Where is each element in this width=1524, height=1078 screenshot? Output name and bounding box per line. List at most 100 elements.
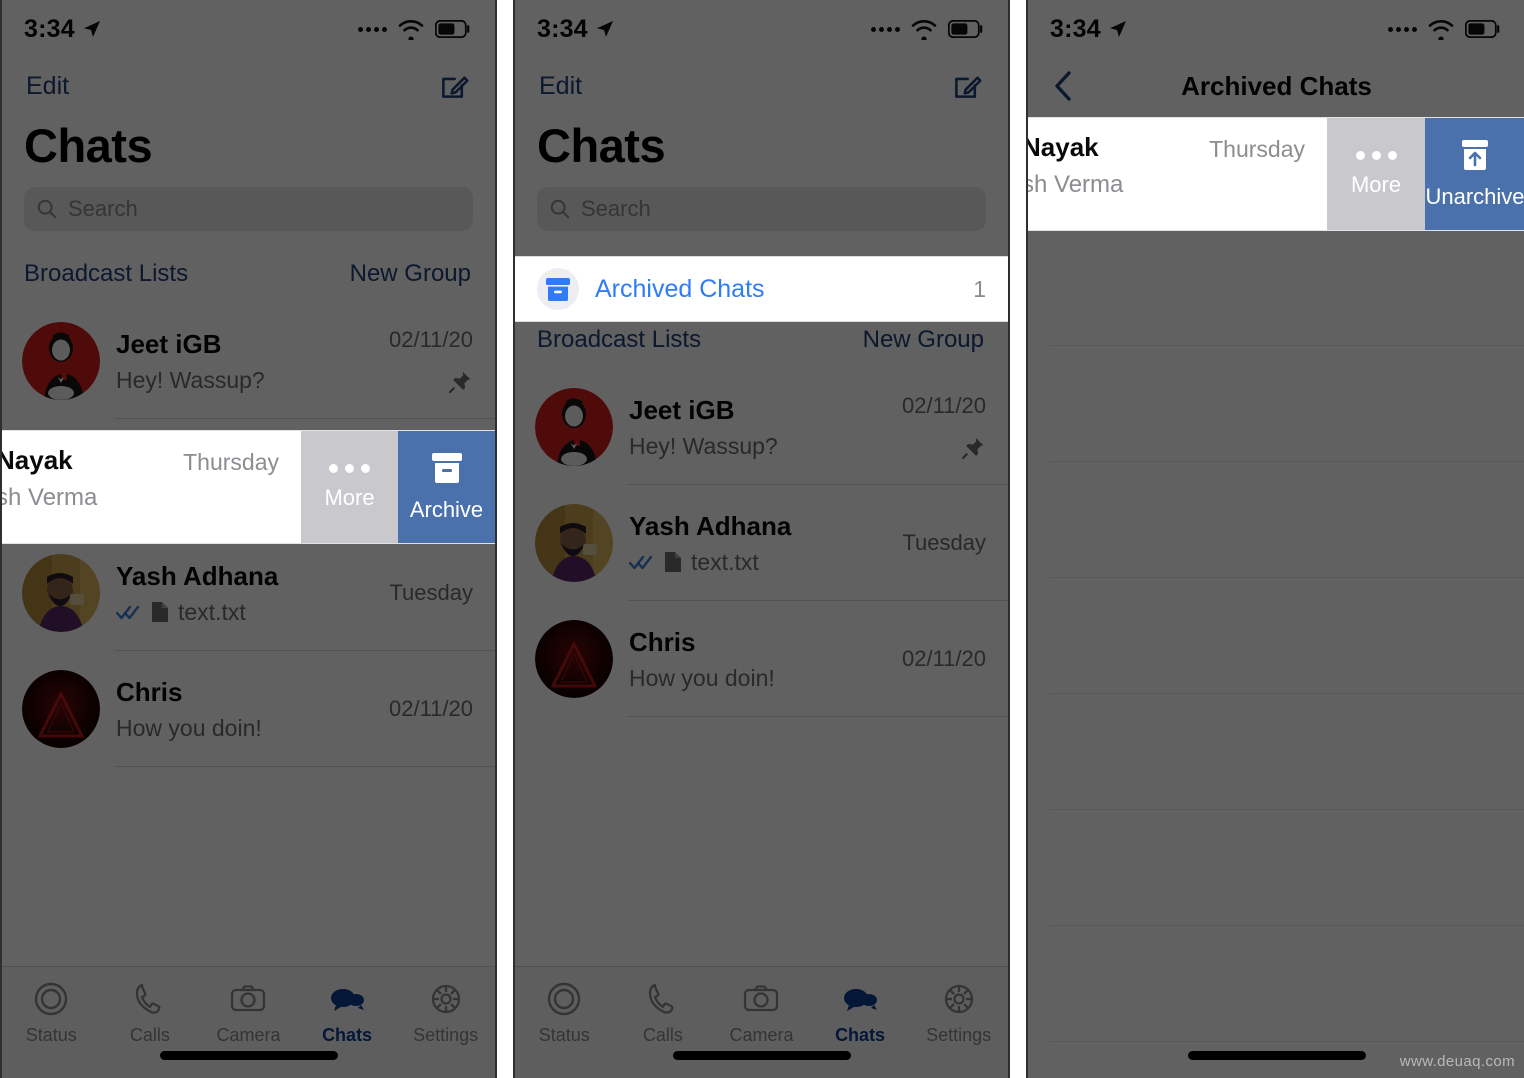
tab-label: Status xyxy=(25,1025,77,1045)
tab-status[interactable]: Status xyxy=(515,979,614,1046)
list-item[interactable]: Jeet iGB Hey! Wassup? 02/11/20 xyxy=(2,303,495,419)
phone-icon xyxy=(648,983,674,1014)
swiped-chat-row[interactable]: Nayak sh Verma Thursday xyxy=(1028,118,1327,230)
tab-chats[interactable]: Chats xyxy=(811,979,910,1046)
location-arrow-icon xyxy=(1109,21,1126,37)
gear-icon xyxy=(431,984,460,1014)
preview-text: How you doin! xyxy=(116,714,262,741)
status-bar: 3:34 xyxy=(1028,0,1524,58)
tab-camera[interactable]: Camera xyxy=(199,979,298,1046)
panel-gap xyxy=(1010,0,1026,1078)
status-time: 3:34 xyxy=(24,14,75,43)
pin-icon xyxy=(448,371,471,394)
nav-bar: Archived Chats xyxy=(1028,58,1524,114)
tab-chats[interactable]: Chats xyxy=(298,979,397,1046)
home-indicator xyxy=(159,1051,338,1060)
archived-chats-row[interactable]: Archived Chats 1 xyxy=(515,256,1008,322)
double-check-icon xyxy=(629,555,653,570)
tab-status[interactable]: Status xyxy=(2,979,101,1046)
archive-button[interactable]: Archive xyxy=(398,431,495,543)
more-button[interactable]: More xyxy=(301,431,398,543)
archive-box-icon xyxy=(431,453,462,483)
status-time: 3:34 xyxy=(1050,14,1101,43)
timestamp: 02/11/20 xyxy=(388,696,473,721)
signal-dots-icon xyxy=(358,26,387,32)
list-item[interactable]: Chris How you doin! 02/11/20 xyxy=(2,651,495,767)
status-rings-icon xyxy=(548,982,581,1016)
preview-row: text.txt xyxy=(116,599,373,626)
tab-label: Calls xyxy=(129,1025,170,1045)
nav-bar: Edit xyxy=(2,58,495,114)
list-item-placeholder xyxy=(1028,462,1524,578)
wifi-icon xyxy=(911,19,937,40)
more-button[interactable]: More xyxy=(1327,118,1425,230)
tab-settings[interactable]: Settings xyxy=(909,979,1008,1046)
panel-chats-archived-entry: 3:34 Edit Chats Search Broadcast Lists N… xyxy=(513,0,1010,1078)
list-item[interactable]: Jeet iGB Hey! Wassup? 02/11/20 xyxy=(515,369,1008,485)
preview-text: Hey! Wassup? xyxy=(629,432,778,459)
swiped-contact-name: Nayak xyxy=(2,445,73,475)
list-item-body: Yash Adhana text.txt xyxy=(629,511,886,576)
swiped-contact-name: Nayak xyxy=(1028,132,1099,162)
list-item-meta: Tuesday xyxy=(389,580,473,606)
tab-camera[interactable]: Camera xyxy=(712,979,811,1046)
tab-settings[interactable]: Settings xyxy=(396,979,495,1046)
list-item-meta: 02/11/20 xyxy=(389,696,473,722)
search-input[interactable]: Search xyxy=(537,187,986,231)
camera-icon xyxy=(231,985,266,1012)
page-title: Archived Chats xyxy=(1181,70,1372,101)
broadcast-lists-button[interactable]: Broadcast Lists xyxy=(537,326,701,354)
signal-dots-icon xyxy=(871,26,900,32)
search-icon xyxy=(37,199,57,219)
swipe-action-row: Nayak sh Verma Thursday More Unarchive xyxy=(1028,117,1524,231)
panel-archived-chats-unarchive: 3:34 Archived Chats Nayak sh Verma Thurs… xyxy=(1026,0,1524,1078)
edit-button[interactable]: Edit xyxy=(26,72,69,101)
document-icon xyxy=(152,602,168,622)
unarchive-button[interactable]: Unarchive xyxy=(1425,118,1524,230)
broadcast-lists-button[interactable]: Broadcast Lists xyxy=(24,260,188,288)
contact-name: Jeet iGB xyxy=(116,328,222,359)
list-item-body: Yash Adhana text.txt xyxy=(116,561,373,626)
preview-row: text.txt xyxy=(629,549,886,576)
search-input[interactable]: Search xyxy=(24,187,473,231)
list-item-placeholder xyxy=(1028,230,1524,346)
search-placeholder: Search xyxy=(68,196,138,221)
tab-label: Calls xyxy=(642,1025,683,1045)
back-chevron-icon[interactable] xyxy=(1050,66,1076,106)
timestamp: 02/11/20 xyxy=(388,327,473,352)
battery-icon xyxy=(1465,20,1500,38)
avatar xyxy=(22,670,100,748)
location-arrow-icon xyxy=(596,21,613,37)
list-item-meta: 02/11/20 xyxy=(902,393,986,461)
contact-name: Jeet iGB xyxy=(629,394,735,425)
swiped-chat-text: Nayak sh Verma xyxy=(2,445,97,512)
swiped-chat-row[interactable]: Nayak sh Verma Thursday xyxy=(2,431,301,543)
compose-icon[interactable] xyxy=(950,69,984,103)
timestamp: Tuesday xyxy=(389,580,473,605)
edit-button[interactable]: Edit xyxy=(539,72,582,101)
battery-icon xyxy=(948,20,983,38)
archived-chats-count: 1 xyxy=(973,275,986,302)
page-title: Chats xyxy=(537,119,666,172)
tab-label: Chats xyxy=(835,1025,886,1045)
new-group-button[interactable]: New Group xyxy=(863,326,984,354)
list-item-placeholder xyxy=(1028,578,1524,694)
preview-text: How you doin! xyxy=(629,664,775,691)
new-group-button[interactable]: New Group xyxy=(350,260,471,288)
search-container: Search xyxy=(2,183,495,245)
tab-calls[interactable]: Calls xyxy=(614,979,713,1046)
list-item[interactable]: Yash Adhana text.txt Tuesday xyxy=(2,535,495,651)
ellipsis-icon xyxy=(1355,150,1397,160)
panel2-screen: 3:34 Edit Chats Search Broadcast Lists N… xyxy=(515,0,1008,1078)
preview-text: text.txt xyxy=(691,548,759,575)
gear-icon xyxy=(944,984,973,1014)
compose-icon[interactable] xyxy=(437,69,471,103)
avatar xyxy=(22,322,100,400)
list-item-body: Jeet iGB Hey! Wassup? xyxy=(629,395,886,460)
chat-bubbles-icon xyxy=(331,989,365,1011)
list-item[interactable]: Yash Adhana text.txt Tuesday xyxy=(515,485,1008,601)
list-item[interactable]: Chris How you doin! 02/11/20 xyxy=(515,601,1008,717)
tab-calls[interactable]: Calls xyxy=(101,979,200,1046)
status-time-group: 3:34 xyxy=(537,15,615,44)
archived-chats-label: Archived Chats xyxy=(595,274,765,303)
